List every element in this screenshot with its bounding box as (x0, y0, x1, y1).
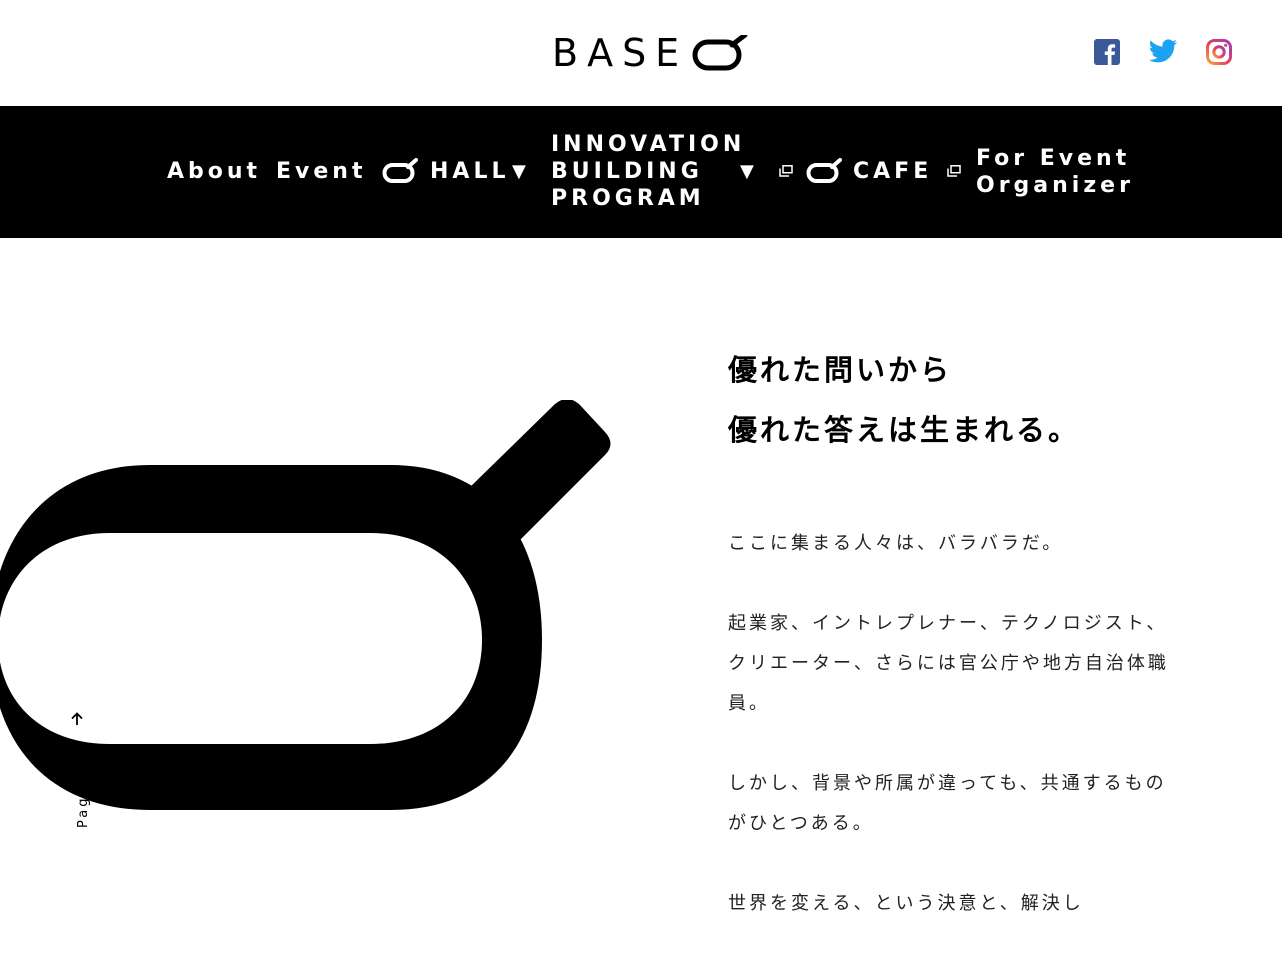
headline-line-1: 優れた問いから (728, 353, 953, 387)
intro-headline: 優れた問いから 優れた答えは生まれる。 (728, 340, 1188, 460)
intro-paragraph-1: ここに集まる人々は、バラバラだ。 (728, 533, 1064, 554)
base-q-mark-icon (382, 158, 418, 183)
site-header: BASE (0, 0, 1282, 106)
intro-section: 優れた問いから 優れた答えは生まれる。 ここに集まる人々は、バラバラだ。 起業家… (728, 340, 1188, 964)
external-link-icon (947, 165, 961, 177)
twitter-icon[interactable] (1148, 37, 1178, 67)
nav-hall-label: HALL (430, 159, 510, 184)
paragraph-3-line-1: しかし、背景や所属が違っても、共通するもの (728, 773, 1167, 794)
nav-program-line-2: BUILDING (551, 159, 703, 184)
nav-about[interactable]: About (167, 159, 261, 185)
intro-paragraph-2: 起業家、イントレプレナー、テクノロジスト、 クリエーター、さらには官公庁や地方自… (728, 604, 1188, 724)
base-q-mark-icon (806, 158, 842, 183)
paragraph-2-line-2: クリエーター、さらには官公庁や地方自治体職 (728, 653, 1169, 674)
nav-organizer-line-1: For Event (976, 146, 1131, 171)
paragraph-3-line-2: がひとつある。 (728, 813, 874, 834)
program-dropdown-icon[interactable]: ▼ (740, 161, 754, 182)
logo-text: BASE (552, 31, 689, 75)
headline-line-2: 優れた答えは生まれる。 (728, 413, 1081, 447)
intro-paragraph-3: しかし、背景や所属が違っても、共通するもの がひとつある。 (728, 764, 1188, 844)
paragraph-4-line-1: 世界を変える、という決意と、解決し (728, 893, 1084, 914)
intro-paragraph-4: 世界を変える、という決意と、解決し (728, 884, 1188, 924)
nav-cafe-label: CAFE (853, 159, 933, 184)
site-logo[interactable]: BASE (552, 32, 750, 74)
arrow-up-icon (71, 712, 83, 725)
external-link-icon (779, 165, 793, 177)
hall-dropdown-icon[interactable]: ▼ (512, 161, 526, 182)
base-q-logo-icon (692, 35, 748, 71)
hero-base-mark-icon (0, 400, 611, 810)
main-navigation: About Event HALL ▼ INNOVATION BUILDING P… (0, 106, 1282, 238)
paragraph-2-line-1: 起業家、イントレプレナー、テクノロジスト、 (728, 613, 1168, 634)
facebook-icon[interactable] (1092, 37, 1122, 67)
nav-program-line-3: PROGRAM (551, 186, 705, 211)
nav-organizer-line-2: Organizer (976, 173, 1134, 198)
paragraph-2-line-3: 員。 (728, 693, 770, 714)
nav-event[interactable]: Event (276, 159, 366, 185)
nav-program-line-1: INNOVATION (551, 132, 746, 157)
instagram-icon[interactable] (1204, 37, 1234, 67)
pagetop-label: Pagetop (76, 754, 91, 828)
